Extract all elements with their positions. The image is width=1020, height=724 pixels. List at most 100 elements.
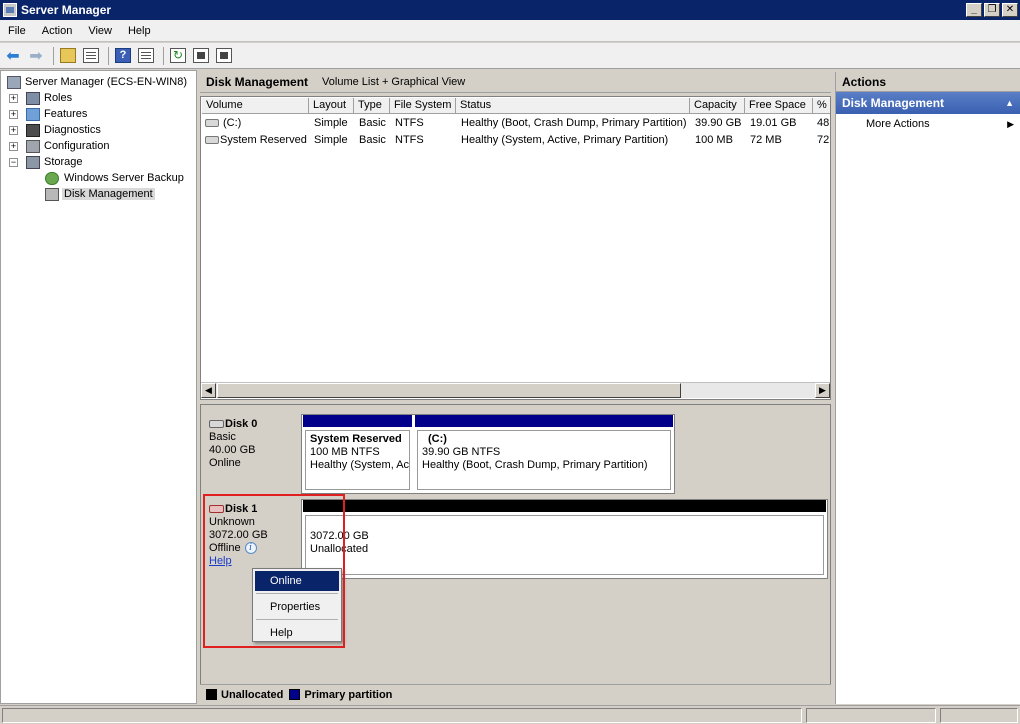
- properties-toolbar-button[interactable]: [191, 46, 211, 66]
- status-panel: [806, 708, 936, 723]
- partition-system-reserved[interactable]: System Reserved 100 MB NTFS Healthy (Sys…: [305, 430, 410, 490]
- legend-label: Unallocated: [221, 688, 284, 701]
- menu-file[interactable]: File: [0, 25, 34, 37]
- collapse-icon[interactable]: −: [9, 157, 18, 167]
- partition-name: System Reserved: [310, 433, 402, 445]
- legend-label: Primary partition: [304, 688, 393, 701]
- restore-button[interactable]: ❐: [984, 3, 1000, 17]
- tree-item-server-manager[interactable]: Server Manager (ECS-EN-WIN8): [1, 74, 196, 90]
- volume-icon: [205, 119, 219, 127]
- scroll-right-icon[interactable]: ▶: [815, 383, 830, 398]
- tree-item-roles[interactable]: + Roles: [1, 90, 196, 106]
- collapse-up-icon[interactable]: ▲: [1005, 92, 1014, 114]
- menu-view[interactable]: View: [80, 25, 120, 37]
- up-folder-button[interactable]: [58, 46, 78, 66]
- volume-list: Volume Layout Type File System Status Ca…: [200, 96, 831, 400]
- disk-1-label[interactable]: Disk 1 Unknown 3072.00 GB Offline i Help: [203, 497, 299, 577]
- volume-capacity: 100 MB: [695, 134, 733, 146]
- menu-action[interactable]: Action: [34, 25, 81, 37]
- partition-unallocated[interactable]: 3072.00 GB Unallocated: [305, 515, 824, 575]
- disk-status: Offline: [209, 542, 241, 554]
- volume-icon: [205, 136, 219, 144]
- expand-icon[interactable]: +: [9, 93, 18, 103]
- center-header: Disk Management Volume List + Graphical …: [200, 72, 831, 93]
- console-tree: Server Manager (ECS-EN-WIN8) + Roles + F…: [0, 70, 197, 704]
- tree-item-disk-management[interactable]: Disk Management: [1, 186, 196, 202]
- tree-item-features[interactable]: + Features: [1, 106, 196, 122]
- server-icon: [7, 75, 21, 89]
- show-hide-tree-button[interactable]: [81, 46, 101, 66]
- tree-label: Storage: [44, 156, 83, 168]
- disk-type: Unknown: [209, 516, 255, 528]
- expand-icon[interactable]: +: [9, 109, 18, 119]
- status-bar: [0, 705, 1020, 724]
- partition-c-drive[interactable]: (C:) 39.90 GB NTFS Healthy (Boot, Crash …: [417, 430, 671, 490]
- refresh-button[interactable]: ↻: [168, 46, 188, 66]
- legend: Unallocated Primary partition: [200, 684, 831, 704]
- legend-primary-partition: Primary partition: [289, 689, 392, 701]
- column-header-percent-free[interactable]: %: [813, 98, 830, 114]
- toolbar-separator: [108, 46, 109, 65]
- disk-type: Basic: [209, 431, 236, 443]
- scroll-left-icon[interactable]: ◀: [201, 383, 216, 398]
- column-header-layout[interactable]: Layout: [309, 98, 354, 114]
- folder-up-icon: [60, 48, 76, 63]
- expand-icon[interactable]: +: [9, 141, 18, 151]
- column-header-capacity[interactable]: Capacity: [690, 98, 745, 114]
- column-header-free-space[interactable]: Free Space: [745, 98, 813, 114]
- volume-status: Healthy (Boot, Crash Dump, Primary Parti…: [461, 117, 687, 129]
- menu-item-help[interactable]: Help: [253, 623, 341, 643]
- scroll-thumb[interactable]: [217, 383, 681, 398]
- volume-percent-free: 48: [817, 117, 830, 129]
- column-header-file-system[interactable]: File System: [390, 98, 456, 114]
- partition-size: 100 MB NTFS: [310, 446, 380, 458]
- tree-label: Server Manager (ECS-EN-WIN8): [25, 76, 187, 88]
- action-pane-icon: [138, 48, 154, 63]
- help-icon: ?: [115, 48, 131, 63]
- storage-icon: [26, 155, 40, 169]
- tree-item-configuration[interactable]: + Configuration: [1, 138, 196, 154]
- menu-item-properties[interactable]: Properties: [253, 597, 341, 617]
- volume-file-system: NTFS: [395, 134, 424, 146]
- expand-icon[interactable]: +: [9, 125, 18, 135]
- menu-help[interactable]: Help: [120, 25, 159, 37]
- column-header-type[interactable]: Type: [354, 98, 390, 114]
- disk-0-label[interactable]: Disk 0 Basic 40.00 GB Online: [203, 412, 299, 490]
- refresh-icon: ↻: [170, 48, 186, 63]
- column-header-status[interactable]: Status: [456, 98, 690, 114]
- title-bar: Server Manager _ ❐ ✕: [0, 0, 1020, 20]
- close-button[interactable]: ✕: [1002, 3, 1018, 17]
- disk-size: 3072.00 GB: [209, 529, 268, 541]
- rescan-toolbar-button[interactable]: [214, 46, 234, 66]
- partition-size: 39.90 GB NTFS: [422, 446, 501, 458]
- volume-status: Healthy (System, Active, Primary Partiti…: [461, 134, 669, 146]
- status-panel: [2, 708, 802, 723]
- tree-label: Windows Server Backup: [64, 172, 184, 184]
- tree-item-windows-server-backup[interactable]: Windows Server Backup: [1, 170, 196, 186]
- help-toolbar-button[interactable]: ?: [113, 46, 133, 66]
- volume-percent-free: 72: [817, 134, 830, 146]
- partition-status: Healthy (Boot, Crash Dump, Primary Parti…: [422, 459, 648, 471]
- volume-free-space: 19.01 GB: [750, 117, 797, 129]
- forward-arrow-icon[interactable]: ➡: [26, 46, 46, 66]
- actions-section-disk-management[interactable]: Disk Management ▲: [836, 92, 1020, 114]
- disk-graphical-view: Disk 0 Basic 40.00 GB Online System Rese…: [200, 404, 831, 704]
- column-header-volume[interactable]: Volume: [202, 98, 309, 114]
- partition-name: (C:): [428, 433, 447, 445]
- disk-icon: [209, 420, 224, 429]
- tree-item-storage[interactable]: − Storage: [1, 154, 196, 170]
- menu-separator: [256, 619, 338, 620]
- disk-help-link[interactable]: Help: [209, 555, 232, 567]
- back-arrow-icon[interactable]: ⬅: [3, 46, 23, 66]
- tree-item-diagnostics[interactable]: + Diagnostics: [1, 122, 196, 138]
- horizontal-scrollbar[interactable]: ◀ ▶: [201, 382, 830, 398]
- volume-type: Basic: [359, 117, 386, 129]
- actions-header: Actions: [836, 72, 1020, 92]
- backup-icon: [45, 171, 59, 185]
- window-title: Server Manager: [21, 3, 112, 17]
- info-icon[interactable]: i: [244, 542, 257, 555]
- more-actions-item[interactable]: More Actions ▶: [836, 114, 1020, 134]
- minimize-button[interactable]: _: [966, 3, 982, 17]
- menu-item-online[interactable]: Online: [255, 571, 339, 591]
- show-action-pane-button[interactable]: [136, 46, 156, 66]
